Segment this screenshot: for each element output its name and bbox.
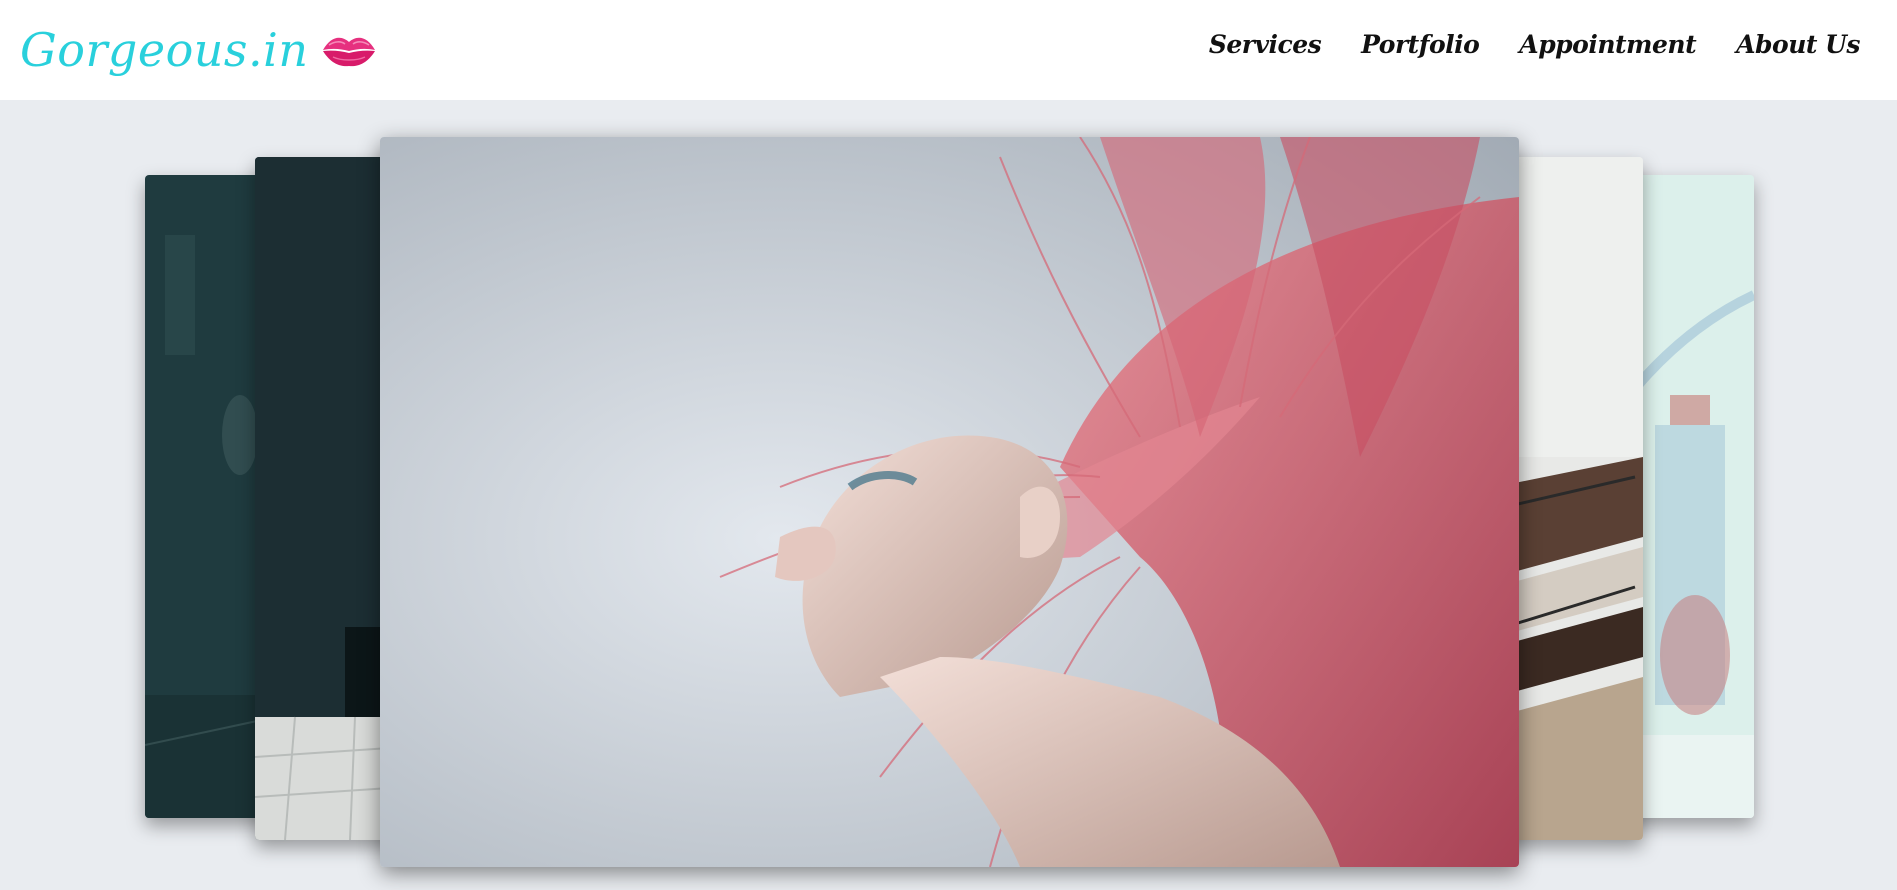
nav-link-about-us[interactable]: About Us <box>1736 30 1860 59</box>
nav-link-services[interactable]: Services <box>1209 30 1322 59</box>
nav-item-about-us: About Us <box>1736 30 1860 59</box>
nav-item-portfolio: Portfolio <box>1361 30 1480 59</box>
nav-link-portfolio[interactable]: Portfolio <box>1361 30 1480 59</box>
brand-name: Gorgeous.in <box>20 23 309 77</box>
site-header: Gorgeous.in Services Portfolio Appointme… <box>0 0 1897 100</box>
lips-kiss-icon <box>322 37 375 67</box>
pink-hair-model-image <box>380 137 1519 867</box>
main-nav: Services Portfolio Appointment About Us <box>1209 30 1861 59</box>
nav-link-appointment[interactable]: Appointment <box>1519 30 1696 59</box>
brand-logo-link[interactable]: Gorgeous.in <box>20 18 377 82</box>
carousel-slide-active[interactable] <box>380 137 1519 867</box>
image-carousel <box>0 100 1897 890</box>
nav-item-services: Services <box>1209 30 1322 59</box>
nav-item-appointment: Appointment <box>1519 30 1696 59</box>
